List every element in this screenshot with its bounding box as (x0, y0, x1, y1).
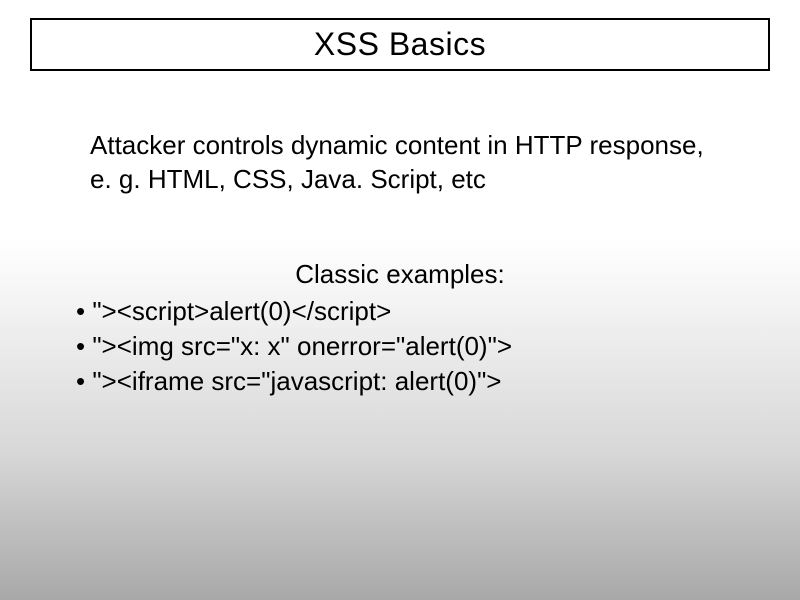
examples-list: • "><script>alert(0)</script> • "><img s… (30, 294, 770, 399)
list-item: • "><img src="x: x" onerror="alert(0)"> (76, 329, 770, 364)
slide-container: XSS Basics Attacker controls dynamic con… (0, 0, 800, 600)
list-item: • "><script>alert(0)</script> (76, 294, 770, 329)
title-box: XSS Basics (30, 18, 770, 71)
slide-title: XSS Basics (42, 26, 758, 63)
list-item: • "><iframe src="javascript: alert(0)"> (76, 364, 770, 399)
description-text: Attacker controls dynamic content in HTT… (30, 129, 770, 197)
examples-heading: Classic examples: (30, 259, 770, 290)
